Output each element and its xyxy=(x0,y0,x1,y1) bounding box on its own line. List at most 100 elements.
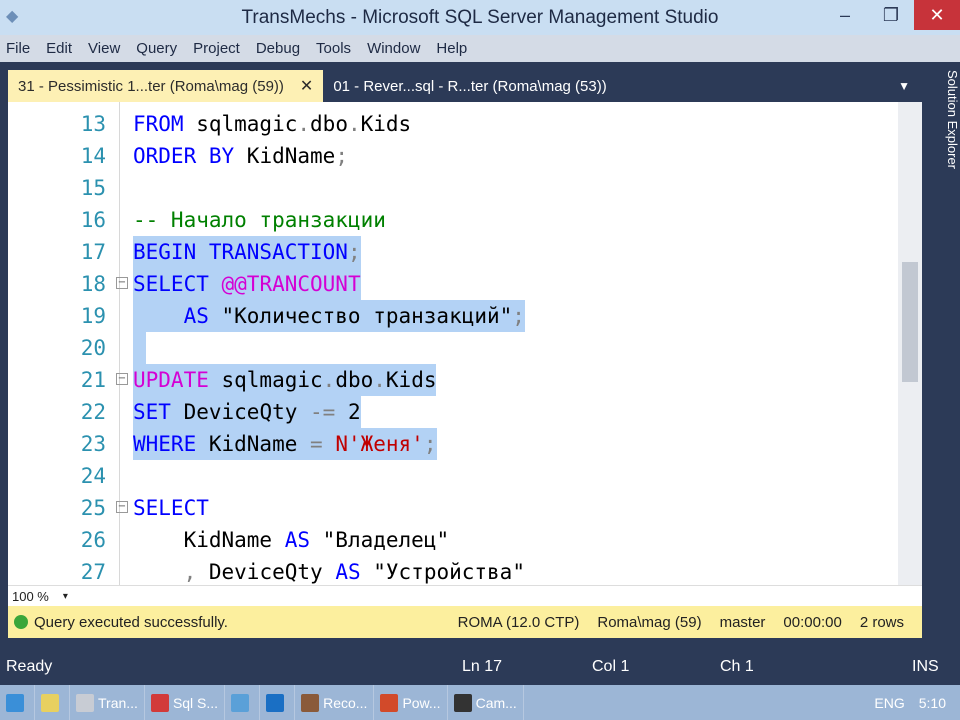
menu-help[interactable]: Help xyxy=(436,40,467,57)
code-line[interactable]: 14 ORDER BY KidName; xyxy=(8,140,898,172)
tab-dropdown-icon[interactable]: ▼ xyxy=(898,79,910,93)
code-line[interactable]: 20 xyxy=(8,332,898,364)
line-number: 18 xyxy=(80,272,106,296)
tab-revert[interactable]: 01 - Rever...sql - R...ter (Roma\mag (53… xyxy=(323,70,616,102)
code-line[interactable]: 16 -- Начало транзакции xyxy=(8,204,898,236)
line-number: 22 xyxy=(80,400,106,424)
menu-view[interactable]: View xyxy=(88,40,120,57)
minimize-button[interactable]: – xyxy=(822,0,868,30)
zoom-bar: 100 % ▾ xyxy=(8,585,922,606)
code-token: KidName xyxy=(196,432,311,456)
vertical-scrollbar[interactable] xyxy=(898,102,922,585)
line-number: 23 xyxy=(80,432,106,456)
system-tray: ENG 5:10 xyxy=(874,695,960,711)
menu-bar: File Edit View Query Project Debug Tools Window… xyxy=(0,35,960,62)
taskbar-item-label: Pow... xyxy=(402,694,441,711)
line-number: 24 xyxy=(80,464,106,488)
scrollbar-thumb[interactable] xyxy=(902,262,918,382)
app-icon xyxy=(266,693,285,712)
app-icon xyxy=(231,693,250,712)
code-line[interactable]: 15 xyxy=(8,172,898,204)
code-line[interactable]: 23 WHERE KidName = N'Женя'; xyxy=(8,428,898,460)
menu-edit[interactable]: Edit xyxy=(46,40,72,57)
tab-close-icon[interactable]: ✕ xyxy=(300,76,313,96)
tab-label: 31 - Pessimistic 1...ter (Roma\mag (59)) xyxy=(18,77,284,95)
app-icon xyxy=(76,693,94,712)
status-column: Col 1 xyxy=(592,658,630,675)
fold-toggle-icon[interactable]: − xyxy=(116,501,128,513)
code-token: DeviceQty xyxy=(170,400,311,424)
menu-debug[interactable]: Debug xyxy=(256,40,300,57)
clock[interactable]: 5:10 xyxy=(919,695,946,711)
close-button[interactable]: ✕ xyxy=(914,0,960,30)
code-token: ORDER BY xyxy=(133,144,235,168)
taskbar-item[interactable]: Tran... xyxy=(70,685,145,720)
zoom-level[interactable]: 100 % xyxy=(12,589,49,604)
language-indicator[interactable]: ENG xyxy=(874,695,904,711)
line-number: 15 xyxy=(80,176,106,200)
fold-toggle-icon[interactable]: − xyxy=(116,277,128,289)
code-token: DeviceQty xyxy=(196,560,336,584)
code-line[interactable]: 26 KidName AS "Владелец" xyxy=(8,524,898,556)
code-editor[interactable]: 13 FROM sqlmagic.dbo.Kids 14 ORDER BY KidNa… xyxy=(8,102,922,585)
code-token: . xyxy=(347,112,361,136)
menu-window[interactable]: Window xyxy=(367,40,420,57)
code-text: AS "Количество транзакций"; xyxy=(133,300,525,332)
taskbar-item[interactable]: Cam... xyxy=(448,685,524,720)
menu-file[interactable]: File xyxy=(6,40,30,57)
window-title: TransMechs - Microsoft SQL Server Manage… xyxy=(241,6,719,28)
code-token: sqlmagic xyxy=(208,368,323,392)
code-token: , xyxy=(183,560,197,584)
tab-pessimistic[interactable]: 31 - Pessimistic 1...ter (Roma\mag (59))… xyxy=(8,70,324,102)
code-line[interactable]: 25− SELECT xyxy=(8,492,898,524)
code-line[interactable]: 17 BEGIN TRANSACTION; xyxy=(8,236,898,268)
code-text: SELECT xyxy=(133,492,209,524)
taskbar-item[interactable] xyxy=(35,685,70,720)
code-line[interactable]: 24 xyxy=(8,460,898,492)
code-token: Kids xyxy=(385,368,437,392)
code-line[interactable]: 22 SET DeviceQty -= 2 xyxy=(8,396,898,428)
taskbar-item[interactable] xyxy=(260,685,296,720)
code-text: -- Начало транзакции xyxy=(133,204,386,236)
menu-project[interactable]: Project xyxy=(193,40,240,57)
menu-tools[interactable]: Tools xyxy=(316,40,351,57)
taskbar-item[interactable]: Sql S... xyxy=(145,685,226,720)
taskbar-item[interactable] xyxy=(225,685,261,720)
code-line[interactable]: 19 AS "Количество транзакций"; xyxy=(8,300,898,332)
zoom-dropdown-icon[interactable]: ▾ xyxy=(63,591,68,602)
code-line[interactable]: 27 , DeviceQty AS "Устройства" xyxy=(8,556,898,585)
app-icon xyxy=(41,693,59,712)
code-token: SET xyxy=(133,400,171,424)
code-token: 2 xyxy=(335,400,361,424)
code-token: -= xyxy=(310,400,336,424)
code-text: , DeviceQty AS "Устройства" xyxy=(133,556,525,585)
code-token: . xyxy=(297,112,311,136)
code-token: ; xyxy=(512,304,525,328)
query-status-bar: Query executed successfully. ROMA (12.0 … xyxy=(8,606,922,638)
code-token: "Устройства" xyxy=(360,560,525,584)
code-line[interactable]: 13 FROM sqlmagic.dbo.Kids xyxy=(8,108,898,140)
menu-query[interactable]: Query xyxy=(136,40,177,57)
taskbar-item[interactable] xyxy=(0,685,35,720)
taskbar-item[interactable]: Pow... xyxy=(374,685,448,720)
fold-toggle-icon[interactable]: − xyxy=(116,373,128,385)
code-token: AS xyxy=(133,304,209,328)
code-line[interactable]: 21− UPDATE sqlmagic.dbo.Kids xyxy=(8,364,898,396)
code-token: . xyxy=(373,368,386,392)
taskbar-item-label: Tran... xyxy=(98,694,138,711)
line-number: 20 xyxy=(80,336,106,360)
solution-explorer-tab[interactable]: Solution Explorer xyxy=(930,70,960,230)
elapsed-time: 00:00:00 xyxy=(783,613,842,631)
code-token: WHERE xyxy=(133,432,197,456)
code-token: UPDATE xyxy=(133,368,209,392)
code-line[interactable]: 18− SELECT @@TRANCOUNT xyxy=(8,268,898,300)
status-char: Ch 1 xyxy=(720,658,754,675)
taskbar-item[interactable]: Reco... xyxy=(295,685,375,720)
maximize-button[interactable]: ❐ xyxy=(868,0,914,30)
app-icon xyxy=(380,693,399,712)
title-bar: ◆ TransMechs - Microsoft SQL Server Mana… xyxy=(0,0,960,35)
ssms-logo-icon: ◆ xyxy=(6,8,19,25)
